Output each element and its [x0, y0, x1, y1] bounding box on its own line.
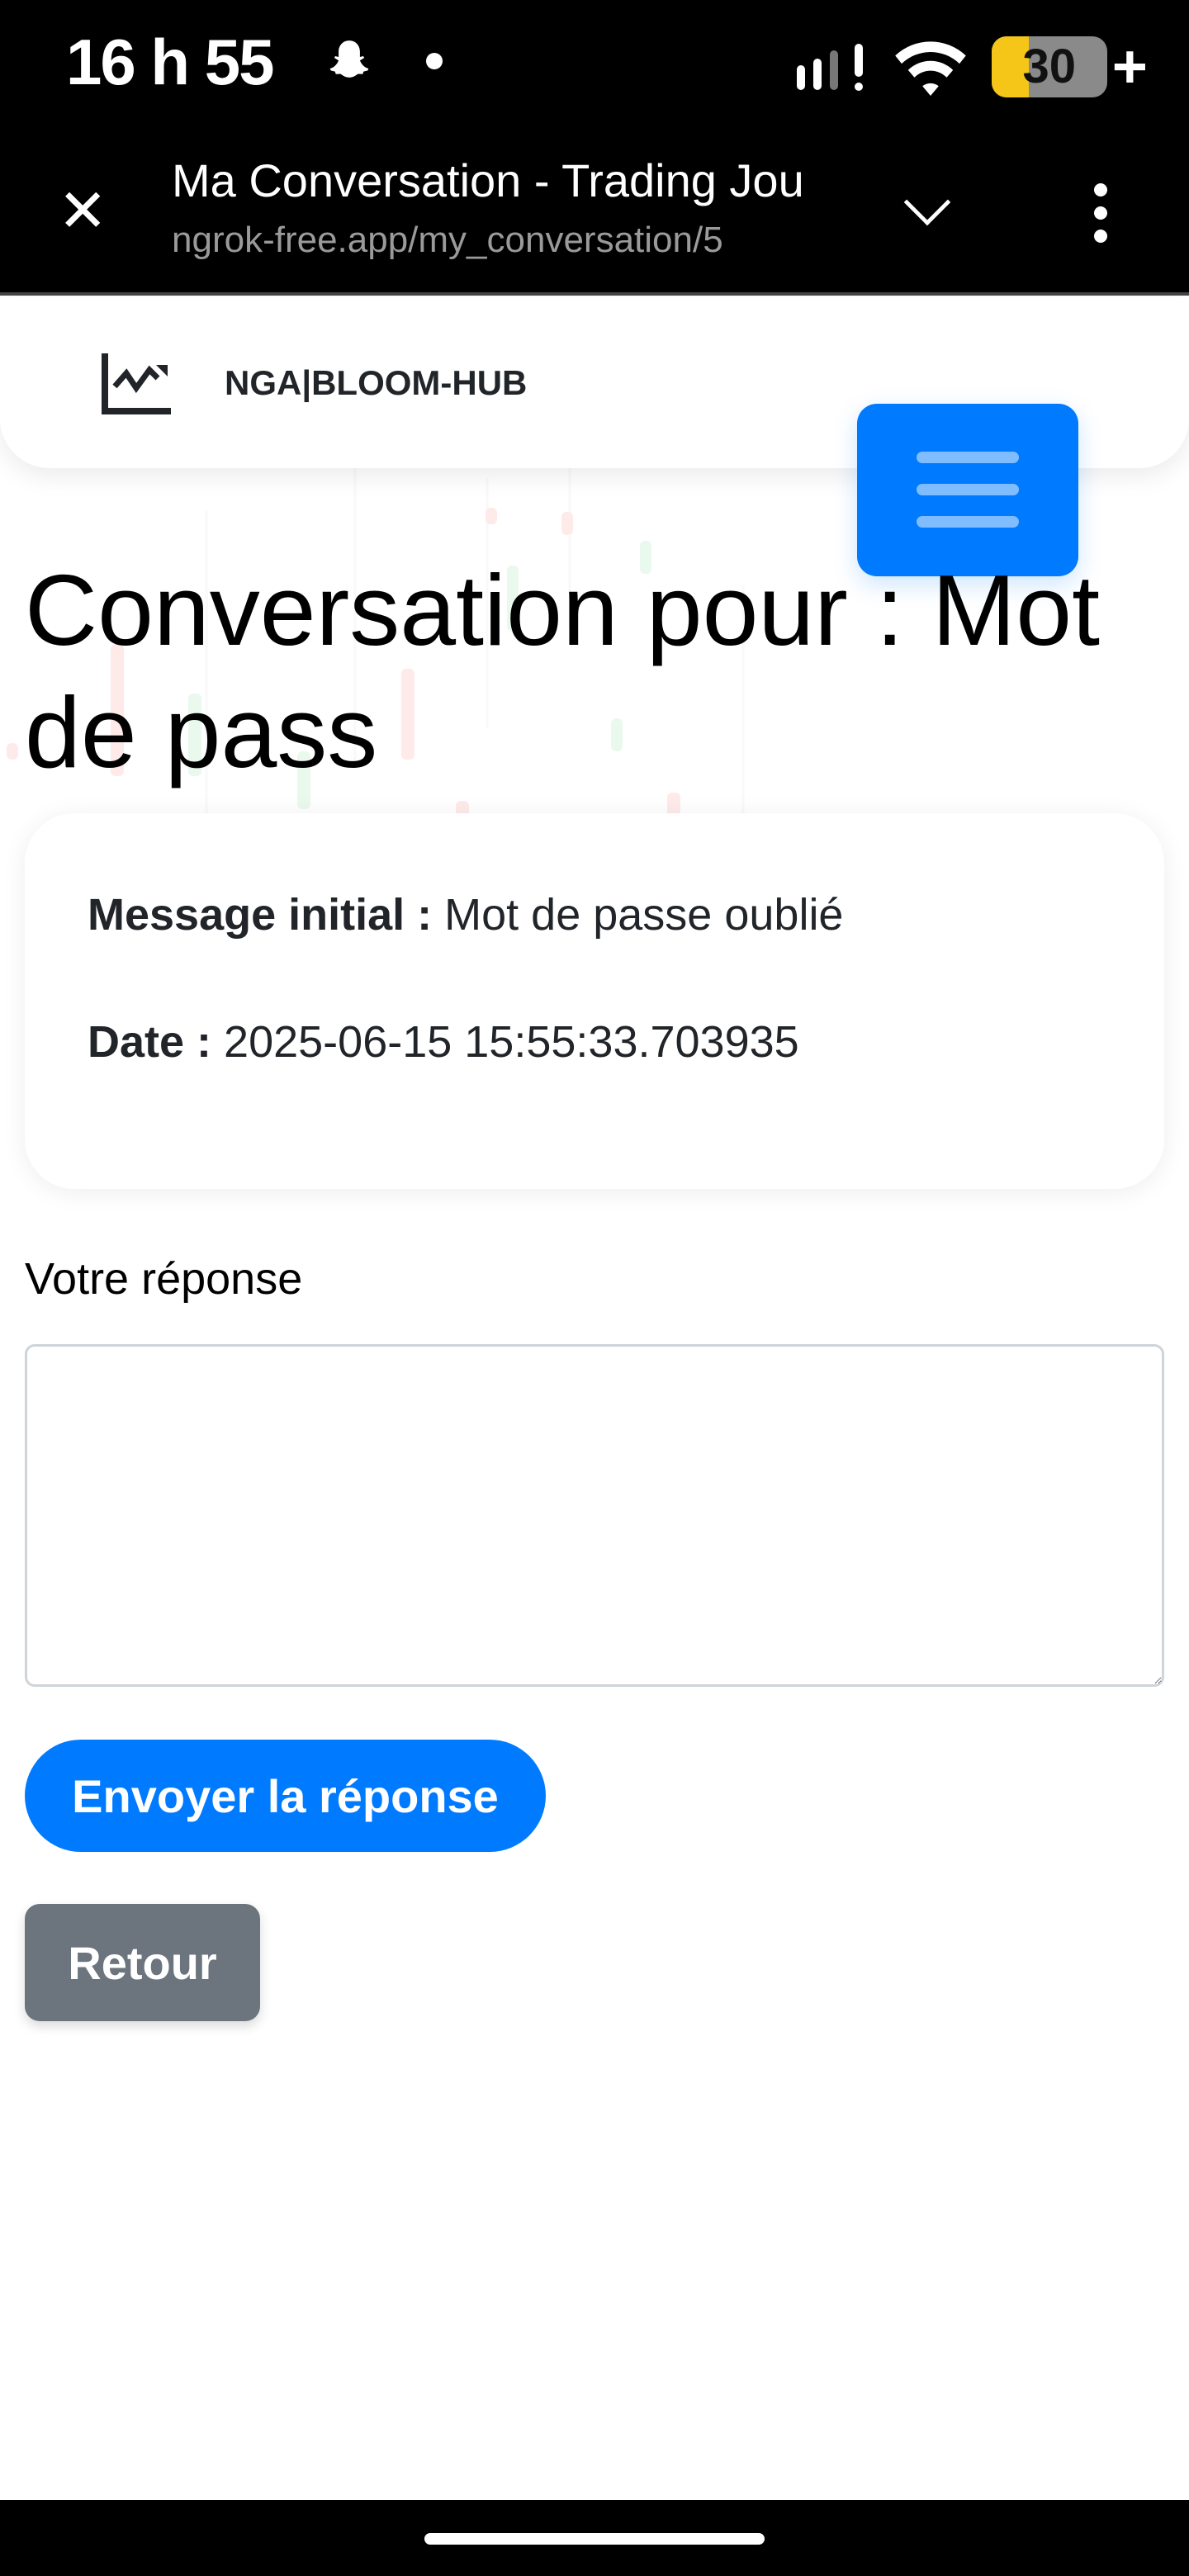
brand-name[interactable]: NGA|BLOOM-HUB — [225, 363, 527, 403]
back-button[interactable]: Retour — [25, 1904, 260, 2021]
send-reply-button[interactable]: Envoyer la réponse — [25, 1740, 546, 1852]
message-date: Date : 2025-06-15 15:55:33.703935 — [88, 1016, 799, 1068]
hamburger-icon — [917, 516, 1019, 528]
status-bar: 16 h 55 30 + — [0, 0, 1189, 124]
clock: 16 h 55 — [66, 26, 275, 98]
snapchat-icon — [329, 40, 369, 78]
chart-line-logo-icon — [102, 353, 171, 414]
browser-toolbar: ✕ Ma Conversation - Trading Jou ngrok-fr… — [0, 124, 1189, 296]
message-label: Message initial : — [88, 890, 433, 940]
more-options-icon[interactable] — [1094, 183, 1107, 243]
date-label: Date : — [88, 1017, 212, 1067]
chevron-down-icon[interactable] — [903, 178, 951, 226]
wifi-icon — [895, 40, 966, 96]
page-tab-title: Ma Conversation - Trading Jou — [172, 154, 804, 206]
page-title: Conversation pour : Mot de pass — [25, 554, 1100, 788]
battery-icon: 30 — [991, 36, 1107, 97]
hamburger-icon — [917, 484, 1019, 495]
url-text[interactable]: ngrok-free.app/my_conversation/5 — [172, 220, 723, 261]
hamburger-icon — [917, 452, 1019, 463]
system-navigation-bar — [0, 2500, 1189, 2576]
conversation-card: Message initial : Mot de passe oublié Da… — [25, 813, 1164, 1189]
message-value: Mot de passe oublié — [444, 890, 844, 940]
initial-message: Message initial : Mot de passe oublié — [88, 889, 843, 940]
close-icon[interactable]: ✕ — [58, 182, 107, 241]
charging-plus-icon: + — [1111, 32, 1148, 101]
reply-label: Votre réponse — [25, 1254, 303, 1304]
home-gesture-handle[interactable] — [424, 2533, 765, 2545]
date-value: 2025-06-15 15:55:33.703935 — [224, 1017, 799, 1067]
reply-textarea[interactable] — [25, 1344, 1164, 1687]
dot-icon — [426, 53, 443, 69]
signal-icon — [796, 43, 863, 91]
